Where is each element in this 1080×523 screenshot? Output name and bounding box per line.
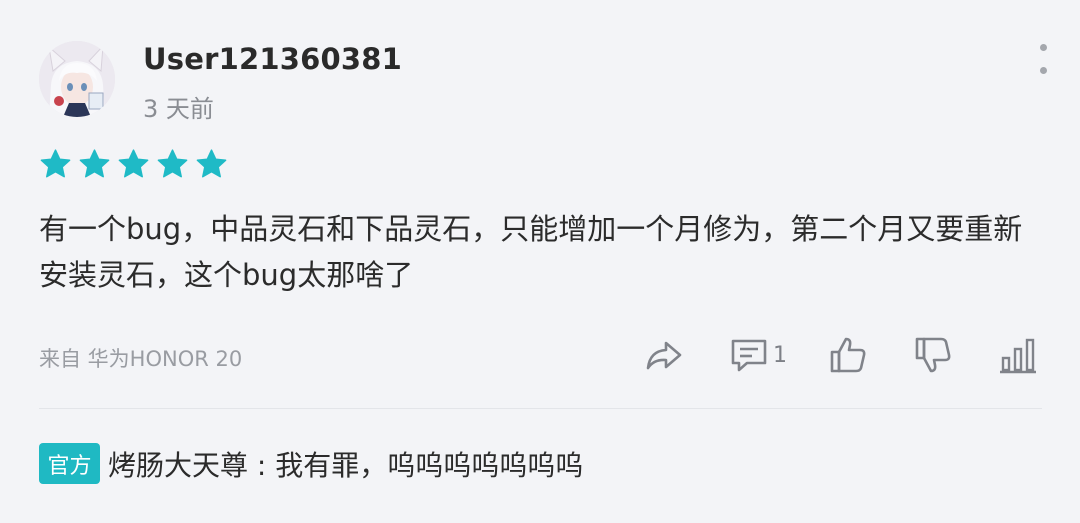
like-button[interactable]	[828, 333, 868, 377]
username[interactable]: User121360381	[143, 42, 402, 76]
device-info: 来自 华为HONOR 20	[39, 347, 243, 371]
share-icon	[646, 341, 682, 370]
official-reply-text: 烤肠大天尊 : 我有罪，呜呜呜呜呜呜呜	[108, 448, 584, 482]
avatar[interactable]	[39, 41, 115, 117]
star-icon	[157, 149, 188, 178]
more-vertical-icon[interactable]	[1030, 44, 1056, 74]
more-dot	[1039, 44, 1047, 51]
thumbs-up-icon	[830, 337, 866, 373]
comment-icon	[731, 339, 767, 372]
star-icon	[79, 149, 110, 178]
dislike-button[interactable]	[913, 333, 953, 377]
star-icon	[196, 149, 227, 178]
more-dot	[1039, 67, 1047, 74]
comment-button[interactable]: 1	[729, 333, 787, 377]
bar-chart-icon	[1000, 338, 1036, 374]
post-time: 3 天前	[143, 95, 214, 123]
star-rating	[39, 148, 228, 181]
divider	[39, 408, 1042, 409]
avatar-image	[39, 41, 115, 117]
share-button[interactable]	[644, 333, 684, 377]
stats-button[interactable]	[998, 333, 1038, 377]
comment-count: 1	[773, 342, 787, 368]
thumbs-down-icon	[915, 337, 951, 373]
official-badge: 官方	[39, 443, 100, 484]
review-text: 有一个bug，中品灵石和下品灵石，只能增加一个月修为，第二个月又要重新安装灵石，…	[39, 212, 1023, 292]
star-icon	[118, 149, 149, 178]
star-icon	[40, 149, 71, 178]
